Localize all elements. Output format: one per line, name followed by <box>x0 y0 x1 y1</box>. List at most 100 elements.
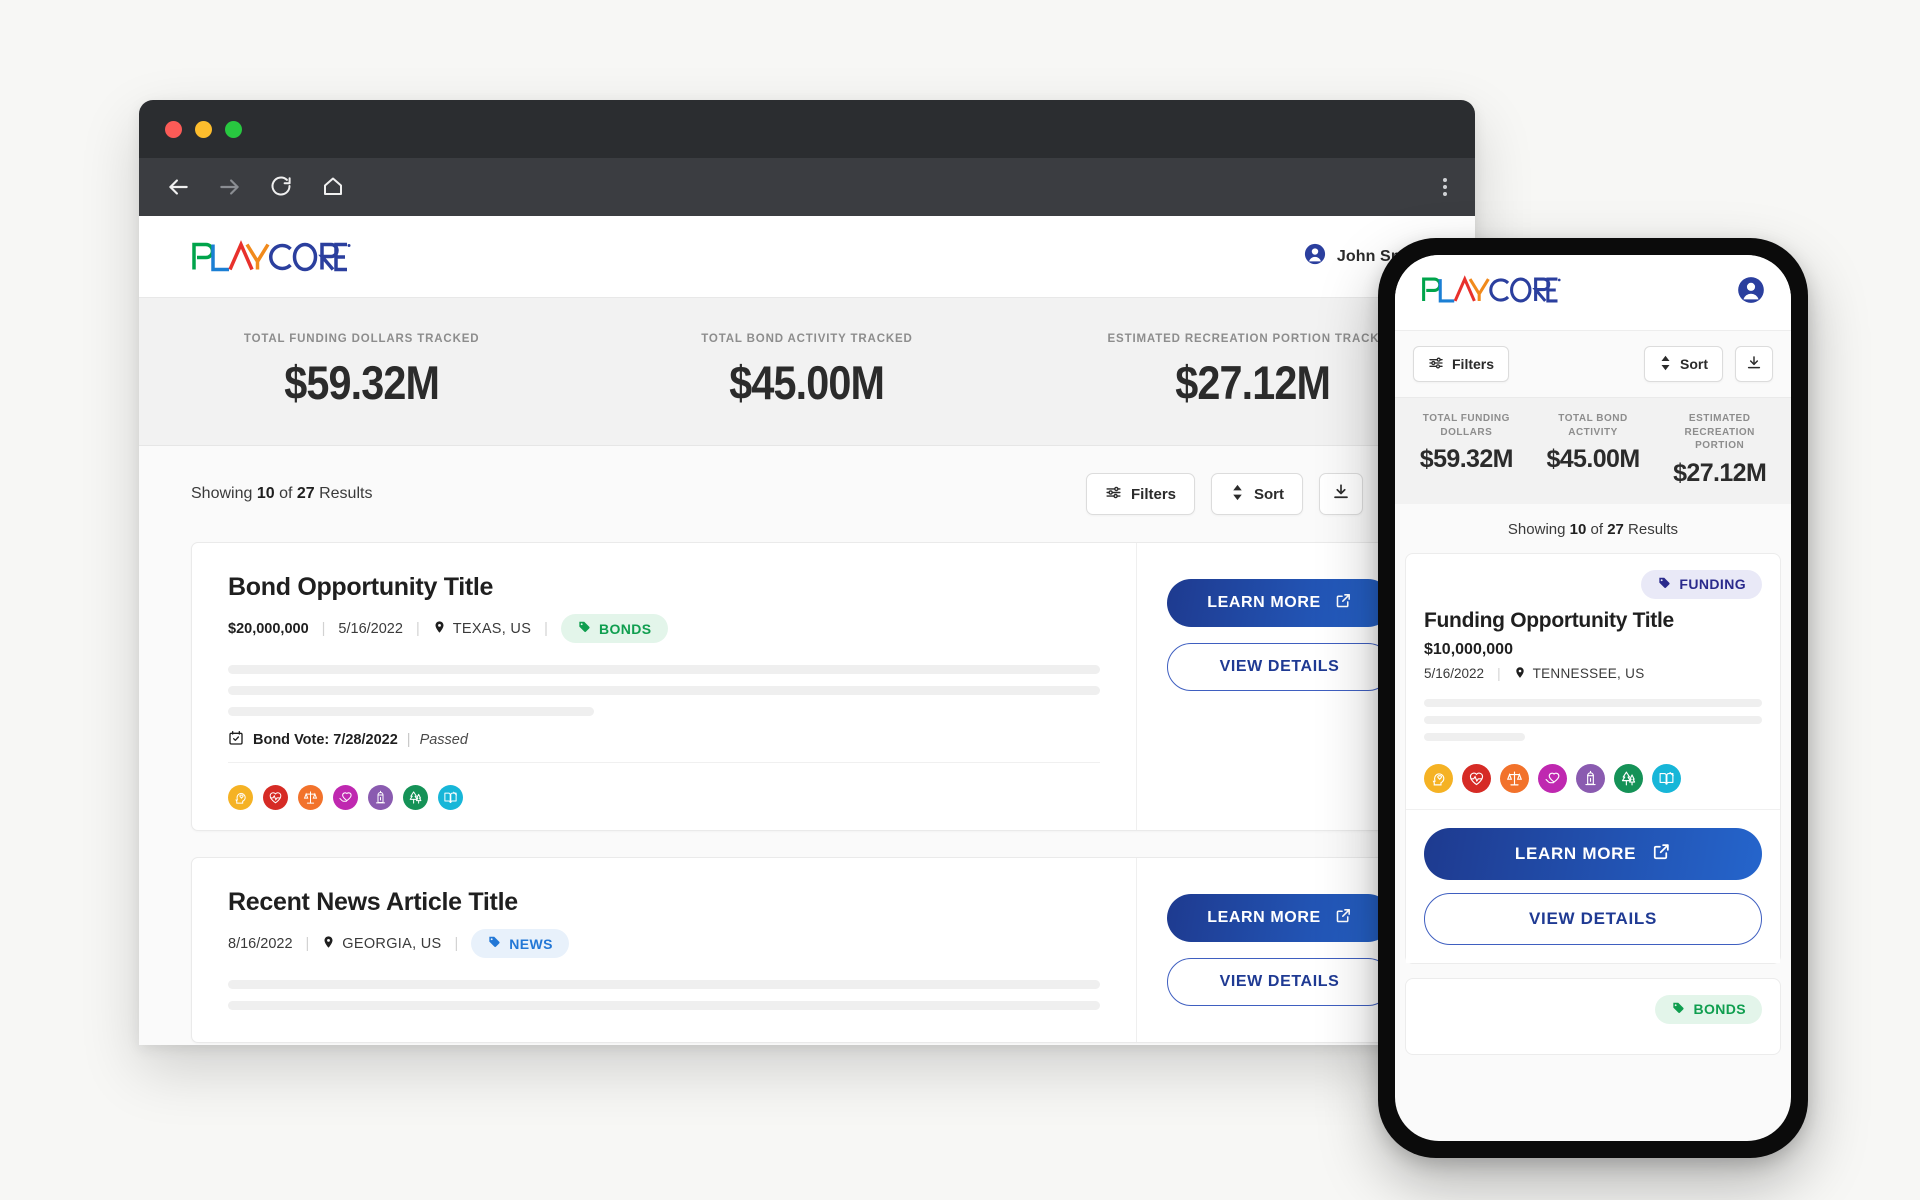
skeleton-line <box>228 980 1100 989</box>
scales-justice-icon[interactable] <box>298 785 323 810</box>
bond-vote-status: Passed <box>419 732 468 748</box>
mobile-download-button[interactable] <box>1735 346 1773 382</box>
app-header: John Smith <box>139 216 1475 298</box>
forward-arrow-icon[interactable] <box>217 174 243 200</box>
heart-health-icon[interactable] <box>1462 763 1491 793</box>
mobile-screen: Filters Sort TOTAL FUNDING DOLLARS $59.3… <box>1395 255 1791 1141</box>
filters-icon <box>1428 355 1444 374</box>
view-details-button[interactable]: VIEW DETAILS <box>1167 958 1392 1006</box>
stat-label: TOTAL FUNDING DOLLARS <box>1422 413 1510 438</box>
stat-label: TOTAL FUNDING DOLLARS TRACKED <box>243 333 480 345</box>
stat-value: $59.32M <box>1419 445 1514 473</box>
showing-total: 27 <box>1607 520 1624 538</box>
scales-justice-icon[interactable] <box>1500 763 1529 793</box>
mobile-device-frame: Filters Sort TOTAL FUNDING DOLLARS $59.3… <box>1378 238 1808 1158</box>
hand-heart-icon[interactable] <box>333 785 358 810</box>
mind-wellness-icon[interactable] <box>228 785 253 810</box>
civic-building-icon[interactable] <box>1576 763 1605 793</box>
stat-total-funding: TOTAL FUNDING DOLLARS TRACKED $59.32M <box>139 333 584 410</box>
back-arrow-icon[interactable] <box>165 174 191 200</box>
card-tag-label: BONDS <box>598 620 652 637</box>
external-link-icon <box>1335 592 1352 614</box>
mobile-card-tag-bonds[interactable]: BONDS <box>1655 994 1762 1024</box>
window-minimize-button[interactable] <box>195 120 212 138</box>
mobile-card-tag-funding[interactable]: FUNDING <box>1641 569 1762 599</box>
card-tag-bonds[interactable]: BONDS <box>560 614 668 643</box>
view-details-label: VIEW DETAILS <box>1219 973 1340 990</box>
view-details-label: VIEW DETAILS <box>1219 658 1340 675</box>
browser-titlebar <box>139 100 1475 158</box>
learn-more-label: LEARN MORE <box>1207 909 1321 926</box>
learn-more-label: LEARN MORE <box>1514 843 1637 863</box>
external-link-icon <box>1335 907 1352 929</box>
mobile-toolbar: Filters Sort <box>1395 331 1791 397</box>
mobile-filters-button[interactable]: Filters <box>1413 346 1510 382</box>
stat-value: $59.32M <box>284 356 440 409</box>
external-link-icon <box>1652 842 1671 866</box>
skeleton-line <box>228 1001 1100 1010</box>
window-close-button[interactable] <box>165 120 182 138</box>
mobile-category-icon-row <box>1424 750 1762 809</box>
kebab-menu-icon[interactable] <box>1443 178 1447 196</box>
showing-mid: of <box>1586 520 1608 538</box>
stat-value: $45.00M <box>729 356 886 409</box>
filters-icon <box>1105 484 1122 505</box>
card-date: 5/16/2022 <box>338 620 403 637</box>
card-tag-news[interactable]: NEWS <box>471 929 569 958</box>
mobile-sort-button[interactable]: Sort <box>1644 346 1723 382</box>
filters-label: Filters <box>1130 485 1176 503</box>
skeleton-line <box>1424 715 1762 724</box>
filters-button[interactable]: Filters <box>1085 473 1195 515</box>
results-bar: Showing 10 of 27 Results Filters Sort <box>191 446 1423 542</box>
reload-icon[interactable] <box>269 174 295 200</box>
view-details-button[interactable]: VIEW DETAILS <box>1167 643 1392 691</box>
learn-more-button[interactable]: LEARN MORE <box>1167 894 1392 942</box>
result-card-bond[interactable]: Bond Opportunity Title $20,000,000 | 5/1… <box>191 542 1423 831</box>
hand-heart-icon[interactable] <box>1538 763 1567 793</box>
map-pin-icon <box>322 934 335 954</box>
mobile-card-amount: $10,000,000 <box>1424 640 1513 658</box>
download-button[interactable] <box>1319 473 1363 515</box>
stat-value: $27.12M <box>1673 458 1767 487</box>
sort-icon <box>1230 484 1245 505</box>
showing-suffix: Results <box>1623 520 1679 538</box>
view-details-label: VIEW DETAILS <box>1528 908 1658 928</box>
home-icon[interactable] <box>321 174 347 200</box>
tag-icon <box>487 935 501 952</box>
card-meta-row: $20,000,000 | 5/16/2022 | TEXAS, US | BO… <box>228 614 1100 643</box>
mind-wellness-icon[interactable] <box>1424 763 1453 793</box>
mobile-view-details-button[interactable]: VIEW DETAILS <box>1424 892 1762 945</box>
result-card-news[interactable]: Recent News Article Title 8/16/2022 | GE… <box>191 857 1423 1043</box>
browser-window: John Smith TOTAL FUNDING DOLLARS TRACKED… <box>139 100 1475 1045</box>
mobile-card-date: 5/16/2022 <box>1424 666 1485 681</box>
mobile-learn-more-button[interactable]: LEARN MORE <box>1424 827 1762 880</box>
trees-nature-icon[interactable] <box>403 785 428 810</box>
mobile-card-location: TENNESSEE, US <box>1514 665 1645 683</box>
meta-divider: | <box>1497 666 1501 681</box>
trees-nature-icon[interactable] <box>1614 763 1643 793</box>
skeleton-line <box>228 686 1100 695</box>
book-education-icon[interactable] <box>1652 763 1681 793</box>
card-meta-row: 8/16/2022 | GEORGIA, US | NEWS <box>228 929 1100 958</box>
sort-button[interactable]: Sort <box>1211 473 1303 515</box>
showing-prefix: Showing <box>191 485 257 502</box>
mobile-toolbar-right: Sort <box>1644 346 1773 382</box>
mobile-result-card-bonds-partial[interactable]: BONDS <box>1405 977 1781 1055</box>
sort-label: Sort <box>1680 356 1708 372</box>
mobile-card-description-placeholder <box>1424 698 1762 741</box>
mobile-stat-total-funding: TOTAL FUNDING DOLLARS $59.32M <box>1403 412 1530 488</box>
showing-count: 10 <box>1569 520 1587 538</box>
civic-building-icon[interactable] <box>368 785 393 810</box>
map-pin-icon <box>1514 665 1526 683</box>
mobile-result-card-funding[interactable]: FUNDING Funding Opportunity Title $10,00… <box>1405 552 1781 964</box>
bond-vote-divider: | <box>406 732 411 748</box>
tag-icon <box>1671 1001 1685 1018</box>
book-education-icon[interactable] <box>438 785 463 810</box>
stat-label: TOTAL BOND ACTIVITY <box>1558 413 1628 438</box>
learn-more-button[interactable]: LEARN MORE <box>1167 579 1392 627</box>
mobile-avatar-icon[interactable] <box>1737 276 1765 309</box>
download-icon <box>1746 355 1762 374</box>
playcore-logo <box>1421 275 1561 310</box>
window-maximize-button[interactable] <box>225 120 242 138</box>
heart-health-icon[interactable] <box>263 785 288 810</box>
